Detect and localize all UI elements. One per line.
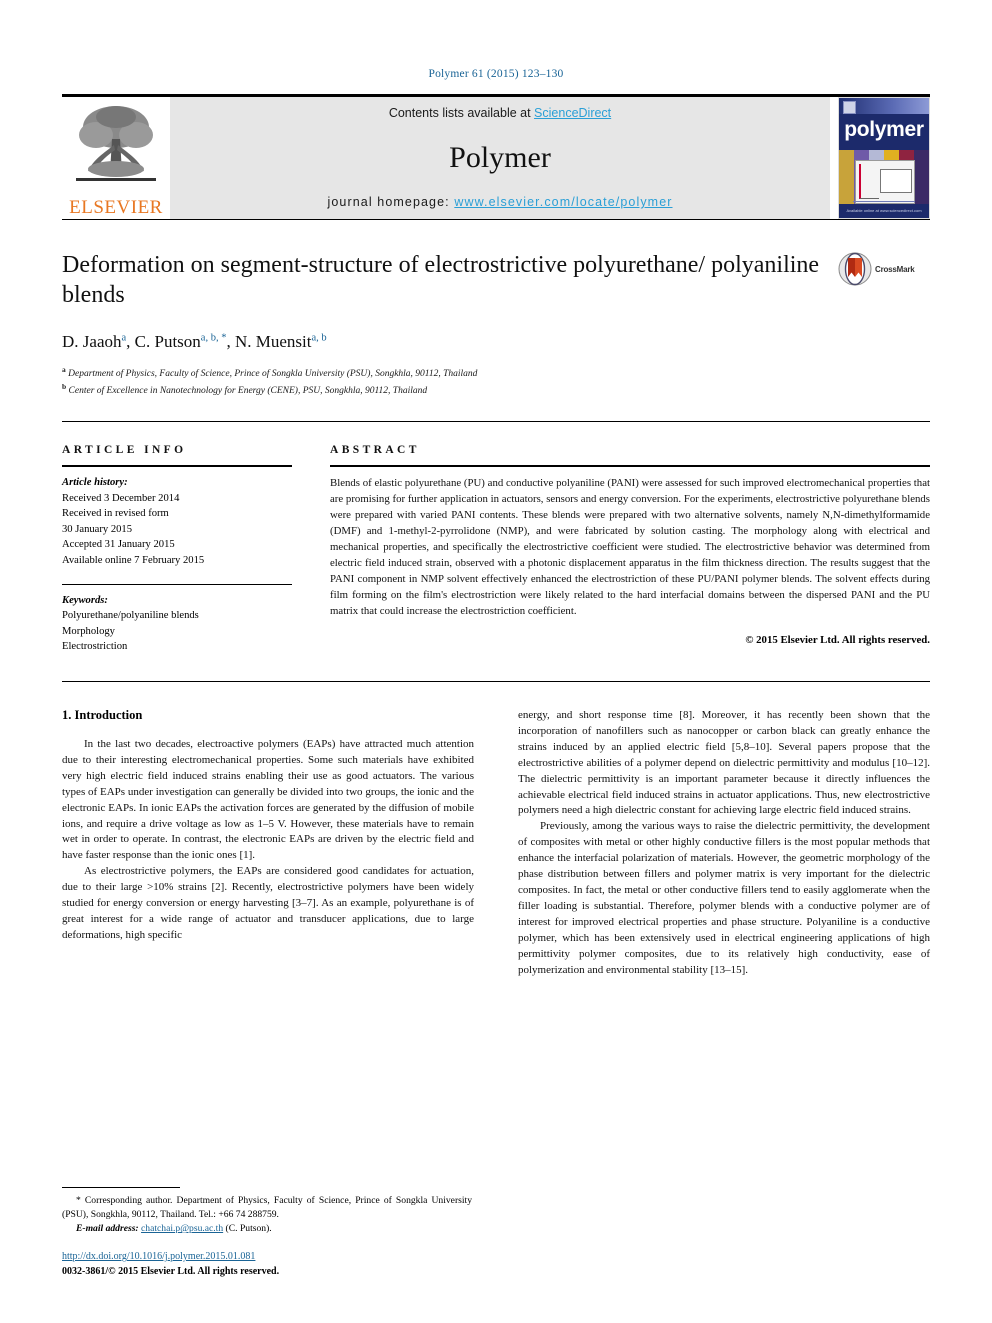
- journal-homepage-line: journal homepage: www.elsevier.com/locat…: [327, 195, 672, 209]
- affiliation-text: Department of Physics, Faculty of Scienc…: [68, 369, 478, 380]
- history-line: Received 3 December 2014: [62, 492, 180, 504]
- masthead-center: Contents lists available at ScienceDirec…: [170, 97, 830, 219]
- running-head: Polymer 61 (2015) 123–130: [428, 68, 564, 80]
- affiliation-mark: b: [62, 382, 67, 392]
- keyword-item: Morphology: [62, 625, 115, 637]
- doi-link[interactable]: http://dx.doi.org/10.1016/j.polymer.2015…: [62, 1251, 255, 1262]
- article-info-column: ARTICLE INFO Article history: Received 3…: [62, 444, 330, 655]
- affiliation-item: b Center of Excellence in Nanotechnology…: [62, 382, 824, 399]
- crossmark-label: CrossMark: [875, 264, 915, 274]
- affiliation-mark: a: [62, 365, 66, 375]
- affiliations: a Department of Physics, Faculty of Scie…: [62, 365, 824, 399]
- body-columns: 1. Introduction In the last two decades,…: [62, 708, 930, 979]
- paragraph: As electrostrictive polymers, the EAPs a…: [62, 865, 474, 942]
- email-line: E-mail address: chatchai.p@psu.ac.th (C.…: [62, 1222, 472, 1236]
- sciencedirect-link[interactable]: ScienceDirect: [534, 106, 611, 120]
- affiliation-item: a Department of Physics, Faculty of Scie…: [62, 365, 824, 382]
- affiliation-text: Center of Excellence in Nanotechnology f…: [68, 386, 428, 397]
- abstract-column: ABSTRACT Blends of elastic polyurethane …: [330, 444, 930, 655]
- title-main: Deformation on segment-structure of elec…: [62, 250, 838, 399]
- cover-figure-inset: [855, 160, 915, 204]
- doi-block: http://dx.doi.org/10.1016/j.polymer.2015…: [62, 1250, 472, 1279]
- history-line: Received in revised form: [62, 508, 169, 520]
- paragraph: In the last two decades, electroactive p…: [62, 737, 474, 862]
- email-owner: (C. Putson).: [225, 1223, 272, 1235]
- crossmark-badge[interactable]: CrossMark: [838, 252, 930, 286]
- title-block: Deformation on segment-structure of elec…: [62, 250, 930, 399]
- masthead-bottom-rule: [62, 219, 930, 220]
- journal-homepage-link[interactable]: www.elsevier.com/locate/polymer: [454, 195, 672, 209]
- page-title: Deformation on segment-structure of elec…: [62, 252, 820, 309]
- journal-masthead: ELSEVIER Contents lists available at Sci…: [62, 94, 930, 219]
- cover-footer-rule: [853, 201, 915, 202]
- info-abstract-top-rule: [62, 421, 930, 423]
- body-column-right: energy, and short response time [8]. Mor…: [518, 708, 930, 979]
- body-column-left: 1. Introduction In the last two decades,…: [62, 708, 474, 979]
- article-history-label: Article history:: [62, 477, 128, 489]
- journal-title: Polymer: [449, 140, 551, 174]
- abstract-text: Blends of elastic polyurethane (PU) and …: [330, 477, 930, 618]
- author-affiliation-mark: a, b: [311, 332, 327, 344]
- homepage-prefix: journal homepage:: [327, 195, 455, 209]
- elsevier-logo: ELSEVIER: [62, 97, 170, 219]
- issn-copyright-line: 0032-3861/© 2015 Elsevier Ltd. All right…: [62, 1265, 280, 1277]
- footnote-rule: [62, 1187, 180, 1189]
- info-abstract-section: ARTICLE INFO Article history: Received 3…: [62, 444, 930, 655]
- history-line: Available online 7 February 2015: [62, 554, 205, 566]
- corresponding-author-text: * Corresponding author. Department of Ph…: [62, 1195, 472, 1221]
- corresponding-author-note: * Corresponding author. Department of Ph…: [62, 1194, 472, 1236]
- author-affiliation-mark: a: [121, 332, 127, 344]
- keyword-item: Electrostriction: [62, 641, 128, 653]
- keywords-rule: [62, 584, 292, 586]
- elsevier-tree-icon: [76, 106, 156, 181]
- article-info-heading: ARTICLE INFO: [62, 444, 187, 457]
- author-name: N. Muensit: [234, 332, 312, 352]
- email-link[interactable]: chatchai.p@psu.ac.th: [141, 1223, 223, 1234]
- history-line: 30 January 2015: [62, 523, 133, 535]
- author-name: C. Putson: [134, 332, 201, 352]
- history-line: Accepted 31 January 2015: [62, 539, 175, 551]
- author-list: D. Jaaoha, C. Putsona, b, *, N. Muensita…: [62, 332, 327, 352]
- abstract-rule: [330, 465, 930, 468]
- paragraph: energy, and short response time [8]. Mor…: [518, 708, 930, 817]
- email-address-label: E-mail address:: [76, 1223, 139, 1235]
- article-history-group: Article history: Received 3 December 201…: [62, 475, 292, 568]
- contents-lists-prefix: Contents lists available at: [388, 106, 535, 120]
- body-top-rule: [62, 680, 930, 682]
- paragraph: Previously, among the various ways to ra…: [518, 820, 930, 976]
- crossmark-icon: [838, 252, 872, 286]
- section-heading-introduction: 1. Introduction: [62, 707, 143, 722]
- article-page: Polymer 61 (2015) 123–130 ELSEVIER Conte…: [0, 0, 992, 1323]
- keyword-item: Polyurethane/polyaniline blends: [62, 610, 199, 622]
- keywords-label: Keywords:: [62, 595, 108, 607]
- footnote-block: * Corresponding author. Department of Ph…: [62, 1187, 472, 1279]
- journal-cover-thumbnail: polymer Available online at www.scienced…: [838, 97, 930, 219]
- author-affiliation-mark: a, b, *: [200, 332, 227, 344]
- keywords-group: Keywords: Polyurethane/polyaniline blend…: [62, 593, 292, 655]
- cover-footer-text: Available online at www.sciencedirect.co…: [846, 208, 922, 213]
- article-info-rule: [62, 465, 292, 468]
- author-name: D. Jaaoh: [62, 332, 122, 352]
- elsevier-wordmark: ELSEVIER: [69, 197, 163, 218]
- abstract-heading: ABSTRACT: [330, 444, 420, 457]
- cover-badge-icon: [843, 101, 856, 114]
- cover-wordmark: polymer: [844, 118, 924, 141]
- contents-lists-line: Contents lists available at ScienceDirec…: [389, 106, 611, 120]
- abstract-copyright: © 2015 Elsevier Ltd. All rights reserved…: [745, 634, 930, 647]
